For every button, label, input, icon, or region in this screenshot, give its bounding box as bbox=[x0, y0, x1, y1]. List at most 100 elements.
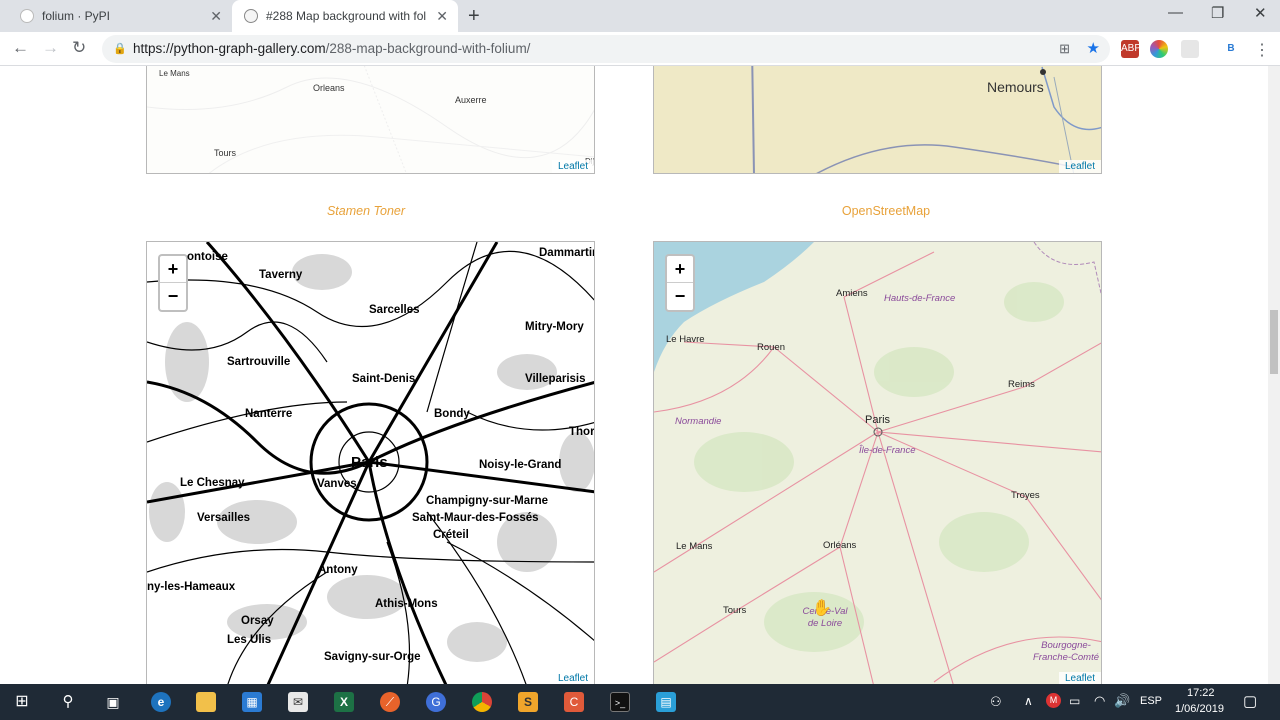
file-explorer-icon[interactable] bbox=[196, 692, 216, 712]
caption-openstreetmap: OpenStreetMap bbox=[841, 204, 931, 218]
color-extension-icon[interactable] bbox=[1150, 40, 1168, 58]
caption-stamen-toner: Stamen Toner bbox=[326, 204, 406, 218]
map-label: Savigny-sur-Orge bbox=[324, 651, 421, 663]
clock-date[interactable]: 1/06/2019 bbox=[1175, 703, 1224, 715]
reload-icon[interactable]: ↻ bbox=[72, 38, 86, 58]
map-label: Nemours bbox=[987, 79, 1044, 95]
map-label: Taverny bbox=[259, 269, 303, 281]
zoom-in-button[interactable]: + bbox=[667, 256, 693, 283]
page-scrollbar[interactable] bbox=[1268, 66, 1280, 684]
task-view-icon[interactable]: ▣ bbox=[103, 692, 123, 712]
maximize-icon[interactable]: ❐ bbox=[1211, 4, 1224, 22]
map-label: Amiens bbox=[836, 288, 868, 299]
map-label: Villeparisis bbox=[525, 373, 586, 385]
store-icon[interactable]: ▦ bbox=[242, 692, 262, 712]
map-label: Le Mans bbox=[159, 69, 190, 78]
page-content: Le Mans Orleans Auxerre Tours Dij Leafle… bbox=[0, 66, 1268, 684]
zoom-in-button[interactable]: + bbox=[160, 256, 186, 283]
map-label: Créteil bbox=[433, 529, 469, 541]
map-label: Paris bbox=[865, 414, 891, 426]
people-icon[interactable]: ⚇ bbox=[990, 694, 1002, 710]
openstreetmap-map[interactable]: + − Amiens Hauts-de-France Le Havre Roue… bbox=[653, 241, 1102, 684]
map-region-label: Bourgogne-Franche-Comté bbox=[1033, 640, 1099, 663]
leaflet-attribution-link[interactable]: Leaflet bbox=[1058, 672, 1101, 684]
new-tab-icon[interactable]: + bbox=[468, 5, 480, 28]
show-hidden-icons[interactable]: ∧ bbox=[1024, 694, 1033, 708]
clock-time[interactable]: 17:22 bbox=[1187, 687, 1215, 699]
excel-icon[interactable]: X bbox=[334, 692, 354, 712]
close-tab-icon[interactable]: ✕ bbox=[210, 8, 222, 25]
tab-folium-pypi[interactable]: folium · PyPI ✕ bbox=[0, 0, 232, 32]
battery-icon[interactable]: ▭ bbox=[1069, 694, 1080, 708]
map-label: Orléans bbox=[823, 540, 857, 551]
map-label: Tours bbox=[723, 605, 747, 616]
back-icon[interactable]: ← bbox=[12, 38, 29, 58]
tab-strip: folium · PyPI ✕ #288 Map background with… bbox=[0, 0, 1280, 32]
app-icon[interactable]: ⟋ bbox=[380, 692, 400, 712]
map-label: Noisy-le-Grand bbox=[479, 459, 562, 471]
tab-python-graph-gallery[interactable]: #288 Map background with foliu ✕ bbox=[232, 0, 458, 32]
app-icon[interactable]: G bbox=[426, 692, 446, 712]
close-tab-icon[interactable]: ✕ bbox=[436, 8, 448, 25]
volume-icon[interactable]: 🔊 bbox=[1114, 693, 1130, 709]
zoom-control: + − bbox=[665, 254, 695, 312]
map-top-left[interactable]: Le Mans Orleans Auxerre Tours Dij Leafle… bbox=[146, 66, 595, 174]
map-label: Orleans bbox=[313, 83, 345, 93]
map-label: Orsay bbox=[241, 615, 274, 627]
menu-icon[interactable]: ⋮ bbox=[1254, 40, 1270, 60]
notifications-icon[interactable]: ▢ bbox=[1243, 692, 1257, 710]
address-bar[interactable]: 🔒 https://python-graph-gallery.com/288-m… bbox=[102, 35, 1110, 63]
lock-icon: 🔒 bbox=[113, 43, 127, 55]
map-region-label: Hauts-de-France bbox=[884, 293, 956, 304]
map-label: Athis-Mons bbox=[375, 598, 438, 610]
map-top-right[interactable]: Nemours Leaflet bbox=[653, 66, 1102, 174]
leaflet-attribution-link[interactable]: Leaflet bbox=[551, 160, 594, 173]
leaflet-attribution-link[interactable]: Leaflet bbox=[1058, 160, 1101, 173]
terminal-icon[interactable]: >_ bbox=[610, 692, 630, 712]
sublime-text-icon[interactable]: S bbox=[518, 692, 538, 712]
leaflet-attribution-link[interactable]: Leaflet bbox=[551, 672, 594, 684]
map-label: Antony bbox=[318, 564, 358, 576]
extension-icon[interactable] bbox=[1181, 40, 1199, 58]
stamen-toner-map[interactable]: + − ontoise Taverny Dammartin Sarcelles … bbox=[146, 241, 595, 684]
adblock-extension-icon[interactable]: ABP bbox=[1121, 40, 1141, 58]
search-icon[interactable]: ⚲ bbox=[58, 692, 78, 712]
map-label: Auxerre bbox=[455, 95, 487, 105]
zoom-out-button[interactable]: − bbox=[160, 283, 186, 310]
scrollbar-thumb[interactable] bbox=[1270, 310, 1278, 374]
pypi-favicon-icon bbox=[20, 9, 34, 23]
mail-icon[interactable]: ✉ bbox=[288, 692, 308, 712]
map-label: Bondy bbox=[434, 408, 470, 420]
map-label: Paris bbox=[351, 454, 388, 471]
close-window-icon[interactable]: ✕ bbox=[1254, 4, 1267, 22]
app-icon[interactable]: C bbox=[564, 692, 584, 712]
tray-app-icon[interactable]: M bbox=[1046, 693, 1061, 708]
map-label: Troyes bbox=[1011, 490, 1040, 501]
language-indicator[interactable]: ESP bbox=[1140, 695, 1162, 707]
edge-icon[interactable]: e bbox=[151, 692, 171, 712]
translate-icon[interactable]: ⊞ bbox=[1059, 35, 1070, 63]
map-label: Dammartin bbox=[539, 247, 595, 259]
wifi-icon[interactable]: ◠ bbox=[1094, 693, 1105, 709]
map-label: Nanterre bbox=[245, 408, 293, 420]
forward-icon[interactable]: → bbox=[42, 38, 59, 58]
minimize-icon[interactable]: — bbox=[1168, 4, 1183, 21]
windows-start-icon[interactable]: ⊞ bbox=[12, 692, 32, 712]
gallery-favicon-icon bbox=[244, 9, 258, 23]
app-icon[interactable]: ▤ bbox=[656, 692, 676, 712]
map-label: Versailles bbox=[197, 512, 251, 524]
map-roads bbox=[654, 242, 1101, 684]
map-label: Vanves bbox=[317, 478, 357, 490]
extension-icon[interactable]: B bbox=[1222, 40, 1240, 58]
chrome-icon[interactable] bbox=[472, 692, 492, 712]
zoom-out-button[interactable]: − bbox=[667, 283, 693, 310]
map-region-label: Normandie bbox=[675, 416, 722, 427]
map-label: Sartrouville bbox=[227, 356, 291, 368]
bookmark-star-icon[interactable]: ★ bbox=[1087, 35, 1100, 63]
map-label: ontoise bbox=[187, 251, 228, 263]
map-label: ny-les-Hameaux bbox=[147, 581, 236, 593]
tab-title: #288 Map background with foliu bbox=[266, 9, 426, 23]
map-region-label: Île-de-France bbox=[859, 445, 916, 456]
url-path: /288-map-background-with-folium/ bbox=[325, 41, 531, 56]
zoom-control: + − bbox=[158, 254, 188, 312]
